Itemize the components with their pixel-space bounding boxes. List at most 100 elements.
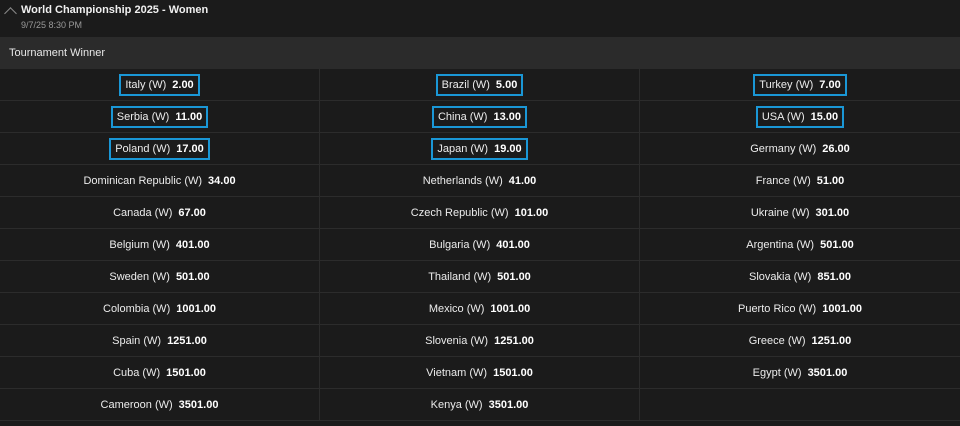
selection-cell[interactable]: Netherlands (W) 41.00 (320, 165, 640, 197)
selection-cell[interactable]: Slovenia (W) 1251.00 (320, 325, 640, 357)
odds-value: 41.00 (508, 174, 537, 187)
selection[interactable]: France (W) 51.00 (750, 170, 851, 192)
selection[interactable]: Dominican Republic (W) 34.00 (77, 170, 241, 192)
odds-value: 3501.00 (488, 398, 529, 411)
odds-value: 19.00 (494, 142, 522, 155)
highlighted-selection[interactable]: Italy (W) 2.00 (119, 73, 200, 96)
odds-value: 1251.00 (811, 334, 852, 347)
selection-cell[interactable]: Slovakia (W) 851.00 (640, 261, 960, 293)
team-name: Turkey (W) (759, 78, 814, 91)
selection[interactable]: Mexico (W) 1001.00 (423, 298, 536, 320)
selection[interactable]: Kenya (W) 3501.00 (425, 394, 535, 416)
team-name: Thailand (W) (428, 270, 492, 283)
selection-cell[interactable]: Czech Republic (W) 101.00 (320, 197, 640, 229)
selection-cell[interactable]: China (W) 13.00 (320, 101, 640, 133)
selection-cell[interactable]: Japan (W) 19.00 (320, 133, 640, 165)
selection-cell[interactable]: Serbia (W) 11.00 (0, 101, 320, 133)
team-name: Italy (W) (125, 78, 167, 91)
selection-cell[interactable]: Argentina (W) 501.00 (640, 229, 960, 261)
highlighted-selection[interactable]: Serbia (W) 11.00 (110, 105, 209, 128)
team-name: France (W) (755, 174, 811, 187)
odds-value: 501.00 (497, 270, 531, 283)
selection-cell[interactable]: Dominican Republic (W) 34.00 (0, 165, 320, 197)
team-name: Greece (W) (748, 334, 806, 347)
chevron-up-icon[interactable] (4, 7, 17, 20)
selection-cell[interactable]: Cuba (W) 1501.00 (0, 357, 320, 389)
selection[interactable]: Egypt (W) 3501.00 (747, 362, 854, 384)
selection-cell[interactable]: Vietnam (W) 1501.00 (320, 357, 640, 389)
selection[interactable]: Cuba (W) 1501.00 (107, 362, 212, 384)
selection-cell[interactable]: USA (W) 15.00 (640, 101, 960, 133)
odds-value: 5.00 (495, 78, 518, 91)
team-name: China (W) (437, 110, 488, 123)
team-name: Canada (W) (113, 206, 173, 219)
event-title: World Championship 2025 - Women (21, 4, 209, 16)
team-name: Germany (W) (750, 142, 817, 155)
selection-cell[interactable]: Turkey (W) 7.00 (640, 69, 960, 101)
odds-value: 15.00 (810, 110, 839, 123)
selection[interactable]: Bulgaria (W) 401.00 (423, 234, 536, 256)
selection[interactable]: Greece (W) 1251.00 (743, 330, 858, 352)
selection-cell[interactable]: Thailand (W) 501.00 (320, 261, 640, 293)
odds-value: 13.00 (493, 110, 522, 123)
selection-cell[interactable]: Colombia (W) 1001.00 (0, 293, 320, 325)
selection[interactable]: Puerto Rico (W) 1001.00 (732, 298, 868, 320)
selection[interactable]: Ukraine (W) 301.00 (745, 202, 855, 224)
odds-value: 1501.00 (166, 366, 206, 379)
selection-cell[interactable]: Greece (W) 1251.00 (640, 325, 960, 357)
selection[interactable]: Sweden (W) 501.00 (103, 266, 215, 288)
highlighted-selection[interactable]: Japan (W) 19.00 (431, 137, 528, 160)
team-name: Czech Republic (W) (410, 206, 509, 219)
selection-cell[interactable]: Egypt (W) 3501.00 (640, 357, 960, 389)
selection[interactable]: Vietnam (W) 1501.00 (420, 362, 539, 384)
highlighted-selection[interactable]: Poland (W) 17.00 (109, 137, 210, 160)
highlighted-selection[interactable]: USA (W) 15.00 (755, 105, 845, 128)
highlighted-selection[interactable]: China (W) 13.00 (431, 105, 528, 128)
selection-cell[interactable]: Italy (W) 2.00 (0, 69, 320, 101)
market-name: Tournament Winner (9, 47, 105, 59)
selection-cell[interactable]: Ukraine (W) 301.00 (640, 197, 960, 229)
odds-value: 2.00 (172, 78, 194, 91)
selection-cell[interactable]: Brazil (W) 5.00 (320, 69, 640, 101)
selection[interactable]: Cameroon (W) 3501.00 (95, 394, 225, 416)
team-name: Cameroon (W) (100, 398, 173, 411)
selection[interactable]: Slovakia (W) 851.00 (743, 266, 857, 288)
selection-cell[interactable]: Mexico (W) 1001.00 (320, 293, 640, 325)
selection-cell[interactable]: Spain (W) 1251.00 (0, 325, 320, 357)
odds-value: 17.00 (176, 142, 204, 155)
selection-cell[interactable]: France (W) 51.00 (640, 165, 960, 197)
odds-value: 3501.00 (178, 398, 219, 411)
highlighted-selection[interactable]: Brazil (W) 5.00 (435, 73, 524, 96)
odds-value: 1251.00 (494, 334, 534, 347)
team-name: Dominican Republic (W) (83, 174, 203, 187)
selection-cell[interactable]: Poland (W) 17.00 (0, 133, 320, 165)
team-name: Japan (W) (437, 142, 489, 155)
highlighted-selection[interactable]: Turkey (W) 7.00 (753, 73, 847, 96)
selection[interactable]: Netherlands (W) 41.00 (417, 170, 543, 192)
selection[interactable]: Belgium (W) 401.00 (103, 234, 215, 256)
team-name: Slovakia (W) (749, 270, 812, 283)
selection-cell[interactable]: Bulgaria (W) 401.00 (320, 229, 640, 261)
market-header[interactable]: Tournament Winner (0, 37, 960, 69)
selection[interactable]: Colombia (W) 1001.00 (97, 298, 222, 320)
team-name: Netherlands (W) (422, 174, 503, 187)
selection-cell[interactable]: Cameroon (W) 3501.00 (0, 389, 320, 421)
selection[interactable]: Canada (W) 67.00 (107, 202, 212, 224)
selection-cell[interactable]: Sweden (W) 501.00 (0, 261, 320, 293)
selection[interactable]: Thailand (W) 501.00 (422, 266, 537, 288)
selection-cell[interactable]: Belgium (W) 401.00 (0, 229, 320, 261)
selection[interactable]: Slovenia (W) 1251.00 (419, 330, 540, 352)
selection[interactable]: Czech Republic (W) 101.00 (405, 202, 554, 224)
event-header: World Championship 2025 - Women 9/7/25 8… (0, 0, 960, 37)
selection-cell[interactable]: Kenya (W) 3501.00 (320, 389, 640, 421)
selection[interactable]: Spain (W) 1251.00 (106, 330, 213, 352)
odds-value: 1001.00 (490, 302, 531, 315)
selection[interactable]: Argentina (W) 501.00 (740, 234, 860, 256)
selection[interactable]: Germany (W) 26.00 (744, 138, 856, 160)
selection-cell[interactable]: Canada (W) 67.00 (0, 197, 320, 229)
odds-value: 1251.00 (167, 334, 207, 347)
team-name: Poland (W) (115, 142, 171, 155)
odds-value: 3501.00 (807, 366, 848, 379)
selection-cell[interactable]: Germany (W) 26.00 (640, 133, 960, 165)
selection-cell[interactable]: Puerto Rico (W) 1001.00 (640, 293, 960, 325)
